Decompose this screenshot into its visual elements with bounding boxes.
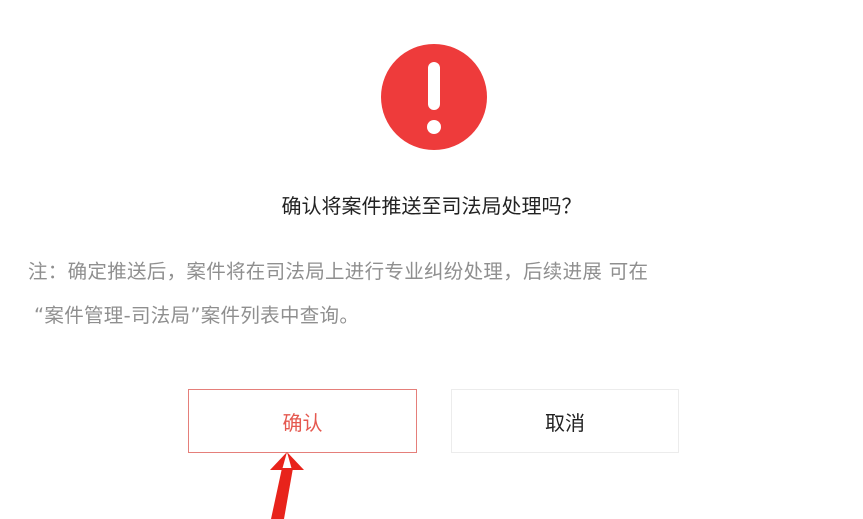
- confirm-dialog: 确认将案件推送至司法局处理吗？ 注：确定推送后，案件将在司法局上进行专业纠纷处理…: [0, 0, 863, 519]
- exclamation-dot: [427, 120, 441, 134]
- note-line-2: “案件管理-司法局”案件列表中查询。: [34, 304, 360, 327]
- dialog-title: 确认将案件推送至司法局处理吗？: [281, 194, 582, 218]
- confirm-button[interactable]: 确认: [188, 389, 417, 453]
- cancel-button[interactable]: 取消: [451, 389, 679, 453]
- arrow-shaft: [271, 468, 293, 519]
- dialog-note: 注：确定推送后，案件将在司法局上进行专业纠纷处理，后续进展 可在 “案件管理-司…: [28, 250, 848, 338]
- note-line-1: 注：确定推送后，案件将在司法局上进行专业纠纷处理，后续进展 可在: [28, 260, 649, 283]
- arrow-head-left: [270, 452, 287, 470]
- exclamation-bar: [428, 62, 440, 110]
- exclamation-circle-icon: [381, 44, 487, 150]
- red-arrow-icon: [270, 452, 304, 519]
- arrow-head: [287, 452, 304, 470]
